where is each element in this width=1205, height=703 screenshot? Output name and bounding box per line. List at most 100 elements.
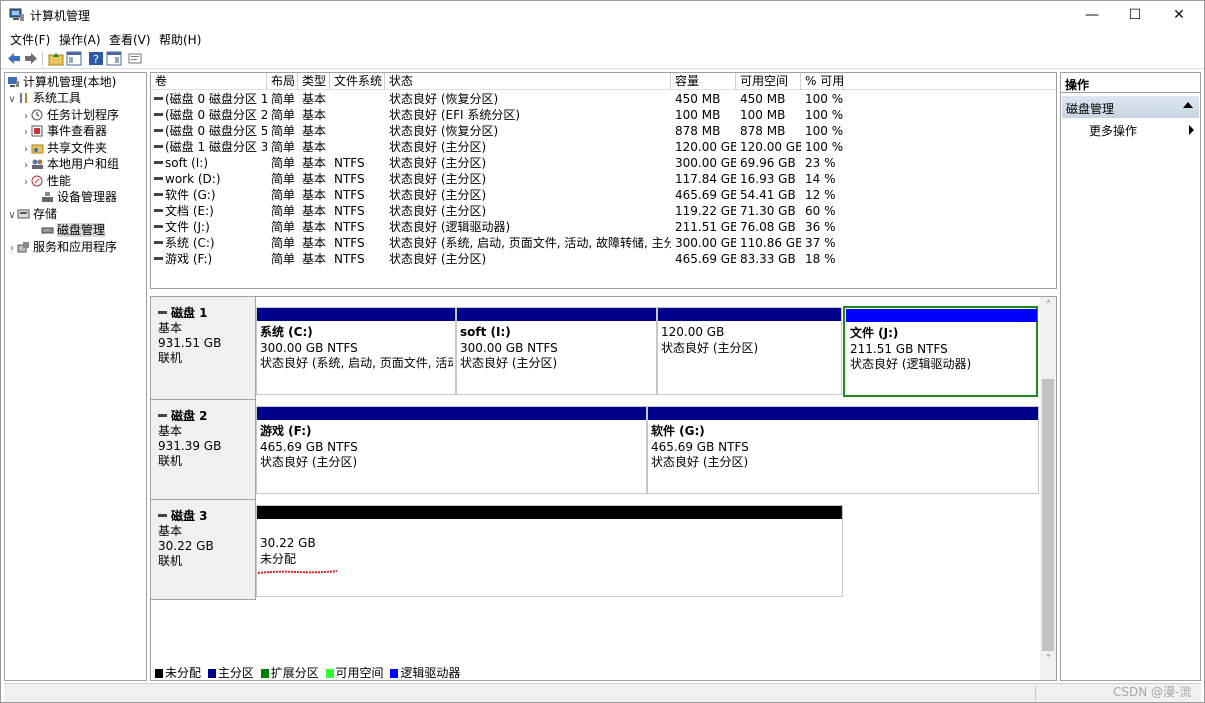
tree-item-system-tools[interactable]: ∨ 系统工具	[7, 90, 81, 106]
column-header-filesystem[interactable]: 文件系统	[330, 73, 385, 90]
tree-item-event-viewer[interactable]: › 事件查看器	[21, 123, 107, 139]
column-header-status[interactable]: 状态	[385, 73, 671, 90]
partition-j[interactable]: 文件 (J:) 211.51 GB NTFS 状态良好 (逻辑驱动器)	[843, 306, 1038, 397]
cell-type: 基本	[302, 108, 327, 122]
menu-help[interactable]: 帮助(H)	[159, 31, 201, 48]
disk-3-info[interactable]: 磁盘 3 基本 30.22 GB 联机	[151, 500, 256, 600]
cell-percent-free: 100 %	[805, 124, 843, 138]
tree-item-local-users[interactable]: › 本地用户和组	[21, 156, 119, 172]
chevron-right-icon[interactable]: ›	[21, 125, 31, 141]
cell-free-space: 69.96 GB	[740, 156, 796, 170]
column-header-layout[interactable]: 布局	[267, 73, 298, 90]
menu-view[interactable]: 查看(V)	[109, 31, 151, 48]
cell-layout: 简单	[271, 252, 296, 266]
vertical-scrollbar[interactable]: ˄ ˅	[1040, 297, 1056, 680]
cell-status: 状态良好 (主分区)	[389, 252, 487, 266]
chevron-down-icon[interactable]: ∨	[7, 92, 17, 108]
column-header-free-space[interactable]: 可用空间	[736, 73, 801, 90]
scroll-down-button[interactable]: ˅	[1040, 651, 1056, 668]
partition-i[interactable]: soft (I:) 300.00 GB NTFS 状态良好 (主分区)	[456, 307, 657, 395]
disk-2-info[interactable]: 磁盘 2 基本 931.39 GB 联机	[151, 400, 256, 500]
tree-item-task-scheduler[interactable]: › 任务计划程序	[21, 107, 119, 123]
actions-section-disk-management[interactable]: 磁盘管理	[1062, 96, 1199, 118]
cell-filesystem: NTFS	[334, 172, 365, 186]
cell-percent-free: 100 %	[805, 92, 843, 106]
chevron-right-icon[interactable]: ›	[7, 241, 17, 257]
cell-percent-free: 60 %	[805, 204, 836, 218]
cell-type: 基本	[302, 252, 327, 266]
table-row[interactable]: 游戏 (F:) 简单 基本 NTFS 状态良好 (主分区) 465.69 GB 83.33 …	[151, 251, 1056, 267]
cell-volume: 文档 (E:)	[151, 203, 267, 219]
table-row[interactable]: (磁盘 0 磁盘分区 5) 简单 基本 状态良好 (恢复分区) 878 MB 878 MB…	[151, 123, 1056, 139]
partition-unallocated[interactable]: 30.22 GB 未分配	[256, 505, 843, 597]
cell-volume: (磁盘 0 磁盘分区 5)	[151, 123, 267, 139]
disk-icon	[158, 414, 167, 417]
table-row[interactable]: (磁盘 1 磁盘分区 3) 简单 基本 状态良好 (主分区) 120.00 GB 120.…	[151, 139, 1056, 155]
partition-g[interactable]: 软件 (G:) 465.69 GB NTFS 状态良好 (主分区)	[647, 406, 1039, 494]
chevron-right-icon[interactable]: ›	[21, 175, 31, 191]
table-row[interactable]: (磁盘 0 磁盘分区 2) 简单 基本 状态良好 (EFI 系统分区) 100 MB 10…	[151, 107, 1056, 123]
column-header-percent-free[interactable]: % 可用	[801, 73, 844, 90]
cell-status: 状态良好 (主分区)	[389, 156, 487, 170]
disk-management-icon	[41, 227, 54, 234]
tree-item-performance[interactable]: › 性能	[21, 173, 71, 189]
table-row[interactable]: work (D:) 简单 基本 NTFS 状态良好 (主分区) 117.84 GB 16.9…	[151, 171, 1056, 187]
help-icon[interactable]: ?	[88, 51, 104, 66]
event-viewer-icon	[31, 125, 43, 137]
legend-extended: 扩展分区	[260, 665, 319, 680]
clock-icon	[31, 109, 43, 121]
volume-icon	[154, 129, 163, 132]
chevron-down-icon[interactable]: ∨	[7, 208, 17, 224]
services-icon	[17, 242, 29, 253]
maximize-button[interactable]: ☐	[1112, 1, 1158, 29]
console-icon[interactable]	[127, 51, 143, 66]
show-hide-tree-icon[interactable]	[66, 51, 82, 66]
cell-filesystem: NTFS	[334, 252, 365, 266]
minimize-button[interactable]: —	[1069, 1, 1115, 29]
tree-item-storage[interactable]: ∨ 存储	[7, 206, 57, 222]
table-row[interactable]: 文档 (E:) 简单 基本 NTFS 状态良好 (主分区) 119.22 GB 71.30 …	[151, 203, 1056, 219]
cell-status: 状态良好 (恢复分区)	[389, 124, 499, 138]
volume-icon	[154, 225, 163, 228]
table-row[interactable]: (磁盘 0 磁盘分区 1) 简单 基本 状态良好 (恢复分区) 450 MB 450 MB…	[151, 91, 1056, 107]
menu-file[interactable]: 文件(F)	[10, 31, 50, 48]
volume-icon	[154, 145, 163, 148]
tree-item-disk-management[interactable]: 磁盘管理	[31, 222, 106, 238]
partition-unlabeled[interactable]: 120.00 GB 状态良好 (主分区)	[657, 307, 842, 395]
submenu-arrow-icon[interactable]	[1189, 125, 1194, 135]
cell-filesystem: NTFS	[334, 156, 365, 170]
close-button[interactable]: ✕	[1156, 1, 1202, 29]
properties-icon[interactable]	[106, 51, 122, 66]
menu-action[interactable]: 操作(A)	[59, 31, 101, 48]
collapse-arrow-icon[interactable]	[1183, 102, 1193, 108]
column-header-type[interactable]: 类型	[298, 73, 330, 90]
scroll-up-button[interactable]: ˄	[1040, 297, 1056, 314]
legend-swatch	[155, 669, 163, 678]
scroll-thumb[interactable]	[1042, 379, 1054, 651]
tree-item-root[interactable]: 计算机管理(本地)	[7, 74, 116, 90]
forward-arrow-icon[interactable]	[23, 51, 39, 66]
up-folder-icon[interactable]	[48, 51, 64, 66]
table-row[interactable]: soft (I:) 简单 基本 NTFS 状态良好 (主分区) 300.00 GB 69.9…	[151, 155, 1056, 171]
more-actions-link[interactable]: 更多操作	[1089, 122, 1137, 139]
column-header-volume[interactable]: 卷	[151, 73, 267, 90]
table-row[interactable]: 文件 (J:) 简单 基本 NTFS 状态良好 (逻辑驱动器) 211.51 GB 76.0…	[151, 219, 1056, 235]
tree-item-device-manager[interactable]: 设备管理器	[31, 189, 117, 205]
partition-f[interactable]: 游戏 (F:) 465.69 GB NTFS 状态良好 (主分区)	[256, 406, 647, 494]
partition-c[interactable]: 系统 (C:) 300.00 GB NTFS 状态良好 (系统, 启动, 页面文…	[256, 307, 456, 395]
back-arrow-icon[interactable]	[6, 51, 22, 66]
cell-percent-free: 36 %	[805, 220, 836, 234]
disk-1-info[interactable]: 磁盘 1 基本 931.51 GB 联机	[151, 297, 256, 400]
tree-item-services[interactable]: › 服务和应用程序	[7, 239, 117, 255]
table-row[interactable]: 系统 (C:) 简单 基本 NTFS 状态良好 (系统, 启动, 页面文件, 活动, 故…	[151, 235, 1056, 251]
cell-layout: 简单	[271, 204, 296, 218]
cell-filesystem	[330, 123, 385, 139]
volume-icon	[154, 177, 163, 180]
cell-filesystem	[330, 139, 385, 155]
column-header-capacity[interactable]: 容量	[671, 73, 736, 90]
disk-icon	[158, 514, 167, 517]
tree-item-shared-folders[interactable]: › 共享文件夹	[21, 140, 107, 156]
table-row[interactable]: 软件 (G:) 简单 基本 NTFS 状态良好 (主分区) 465.69 GB 54.41 …	[151, 187, 1056, 203]
cell-volume: (磁盘 1 磁盘分区 3)	[151, 139, 267, 155]
chevron-right-icon[interactable]: ›	[21, 158, 31, 174]
